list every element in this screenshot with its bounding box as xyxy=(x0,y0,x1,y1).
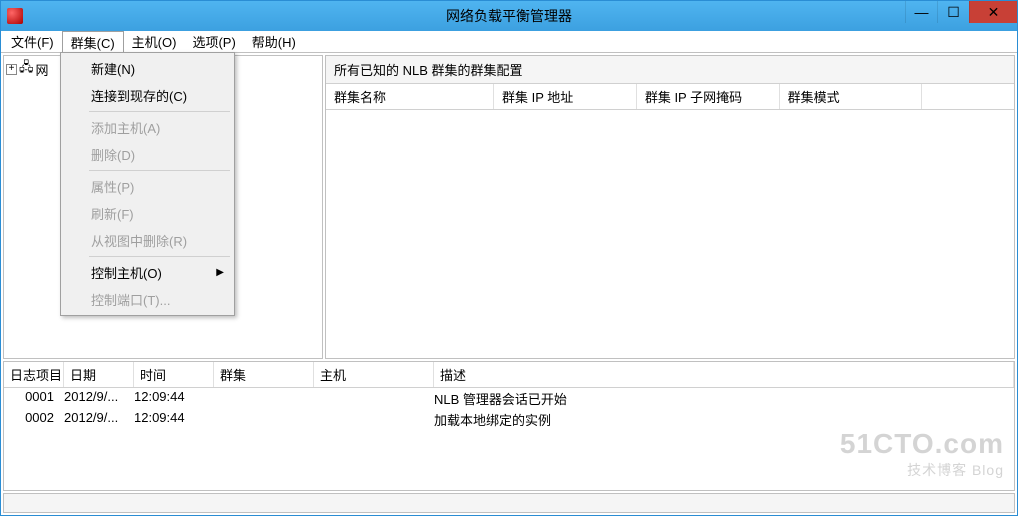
col-cluster-mode[interactable]: 群集模式 xyxy=(780,84,923,109)
dd-addhost: 添加主机(A) xyxy=(63,114,232,141)
dd-controlhost[interactable]: 控制主机(O) ▶ xyxy=(63,259,232,286)
log-id: 0002 xyxy=(4,410,64,429)
col-cluster-name[interactable]: 群集名称 xyxy=(326,84,494,109)
log-time: 12:09:44 xyxy=(134,389,214,408)
log-cluster xyxy=(214,410,314,429)
log-desc: NLB 管理器会话已开始 xyxy=(434,389,1014,408)
expand-icon[interactable]: + xyxy=(6,64,17,75)
list-body[interactable] xyxy=(326,110,1014,358)
log-host xyxy=(314,410,434,429)
dd-separator xyxy=(89,111,230,112)
log-cluster xyxy=(214,389,314,408)
logcol-host[interactable]: 主机 xyxy=(314,362,434,387)
dd-delete: 删除(D) xyxy=(63,141,232,168)
dd-controlport: 控制端口(T)... xyxy=(63,286,232,313)
log-columns: 日志项目 日期 时间 群集 主机 描述 xyxy=(4,362,1014,388)
cluster-dropdown: 新建(N) 连接到现存的(C) 添加主机(A) 删除(D) 属性(P) 刷新(F… xyxy=(60,52,235,316)
log-row[interactable]: 0001 2012/9/... 12:09:44 NLB 管理器会话已开始 xyxy=(4,388,1014,409)
list-header: 所有已知的 NLB 群集的群集配置 xyxy=(326,56,1014,84)
maximize-button[interactable]: ☐ xyxy=(937,1,969,23)
menu-host[interactable]: 主机(O) xyxy=(124,31,185,52)
log-id: 0001 xyxy=(4,389,64,408)
close-button[interactable]: ✕ xyxy=(969,1,1017,23)
column-headers: 群集名称 群集 IP 地址 群集 IP 子网掩码 群集模式 xyxy=(326,84,1014,110)
titlebar[interactable]: 网络负载平衡管理器 — ☐ ✕ xyxy=(1,1,1017,31)
log-pane: 日志项目 日期 时间 群集 主机 描述 0001 2012/9/... 12:0… xyxy=(3,361,1015,491)
dd-properties: 属性(P) xyxy=(63,173,232,200)
menu-file[interactable]: 文件(F) xyxy=(3,31,62,52)
col-spacer xyxy=(922,84,1014,109)
menu-cluster[interactable]: 群集(C) xyxy=(62,31,124,53)
menu-help[interactable]: 帮助(H) xyxy=(244,31,304,52)
log-time: 12:09:44 xyxy=(134,410,214,429)
logcol-date[interactable]: 日期 xyxy=(64,362,134,387)
tree-root-label: 网 xyxy=(36,60,49,79)
menu-options[interactable]: 选项(P) xyxy=(184,31,243,52)
logcol-cluster[interactable]: 群集 xyxy=(214,362,314,387)
log-rows[interactable]: 0001 2012/9/... 12:09:44 NLB 管理器会话已开始 00… xyxy=(4,388,1014,490)
logcol-time[interactable]: 时间 xyxy=(134,362,214,387)
logcol-item[interactable]: 日志项目 xyxy=(4,362,64,387)
window-buttons: — ☐ ✕ xyxy=(905,1,1017,31)
col-cluster-ip[interactable]: 群集 IP 地址 xyxy=(494,84,637,109)
menubar: 文件(F) 群集(C) 主机(O) 选项(P) 帮助(H) xyxy=(1,31,1017,53)
dd-new[interactable]: 新建(N) xyxy=(63,55,232,82)
log-date: 2012/9/... xyxy=(64,410,134,429)
log-row[interactable]: 0002 2012/9/... 12:09:44 加载本地绑定的实例 xyxy=(4,409,1014,430)
status-bar xyxy=(3,493,1015,513)
logcol-desc[interactable]: 描述 xyxy=(434,362,1014,387)
dd-refresh: 刷新(F) xyxy=(63,200,232,227)
detail-pane: 所有已知的 NLB 群集的群集配置 群集名称 群集 IP 地址 群集 IP 子网… xyxy=(325,55,1015,359)
app-icon xyxy=(7,8,23,24)
window-title: 网络负载平衡管理器 xyxy=(1,6,1017,26)
dd-separator xyxy=(89,170,230,171)
log-date: 2012/9/... xyxy=(64,389,134,408)
dd-controlhost-label: 控制主机(O) xyxy=(91,263,162,282)
network-icon: 🖧 xyxy=(19,58,34,80)
dd-connect[interactable]: 连接到现存的(C) xyxy=(63,82,232,109)
dd-removeview: 从视图中删除(R) xyxy=(63,227,232,254)
submenu-arrow-icon: ▶ xyxy=(216,267,224,278)
log-host xyxy=(314,389,434,408)
minimize-button[interactable]: — xyxy=(905,1,937,23)
col-cluster-mask[interactable]: 群集 IP 子网掩码 xyxy=(637,84,780,109)
log-desc: 加载本地绑定的实例 xyxy=(434,410,1014,429)
dd-separator xyxy=(89,256,230,257)
